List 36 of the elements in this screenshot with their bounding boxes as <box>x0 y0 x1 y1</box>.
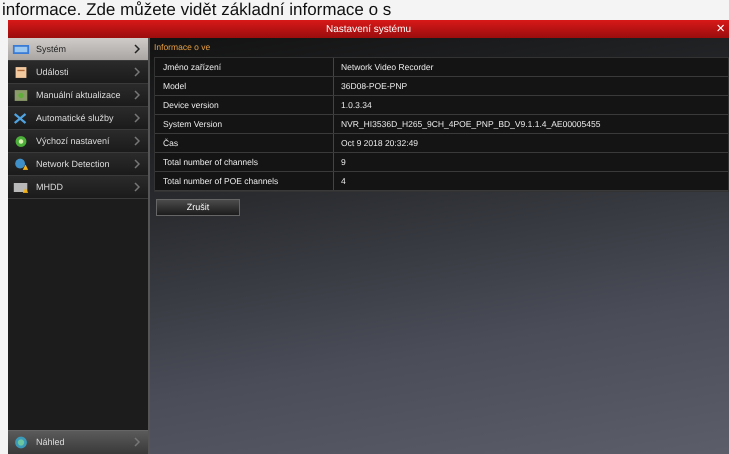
sidebar-item[interactable]: Výchozí nastavení <box>8 130 148 153</box>
table-cell: Jméno zařízení <box>155 58 334 76</box>
cancel-button[interactable]: Zrušit <box>156 198 240 216</box>
chevron-icon <box>134 67 140 77</box>
monitor-icon <box>12 42 30 56</box>
table-cell: System Version <box>155 115 334 133</box>
table-cell-text: 1.0.3.34 <box>340 100 373 110</box>
chevron-icon <box>134 437 140 447</box>
caption-text: informace. Zde můžete vidět základní informace o s <box>1 0 392 20</box>
chevron-icon <box>134 90 140 100</box>
table-cell: Total number of POE channels <box>155 172 334 190</box>
table-cell-text: Network Video Recorder <box>340 62 434 72</box>
table-cell: Total number of channels <box>155 153 334 171</box>
chevron-icon <box>134 113 140 123</box>
chevron-icon <box>134 136 140 146</box>
window-title: Nastavení systému <box>326 24 412 34</box>
table-cell-text: Oct 9 2018 20:32:49 <box>340 138 420 148</box>
sidebar-item[interactable]: Náhled <box>8 430 148 454</box>
sidebar-item[interactable]: Network Detection <box>8 153 148 176</box>
chevron-icon <box>134 182 140 192</box>
table-cell: Device version <box>155 96 334 114</box>
sidebar-item[interactable]: MHDD <box>8 176 148 199</box>
table-cell-text: 9 <box>340 157 347 167</box>
chevron-icon <box>134 44 140 54</box>
close-button[interactable]: × <box>714 20 727 38</box>
table-cell-text: NVR_HI3536D_H265_9CH_4POE_PNP_BD_V9.1.1.4_AE00005455 <box>340 119 602 129</box>
sidebar-item[interactable]: Systém <box>8 38 148 61</box>
sidebar-item[interactable]: Události <box>8 61 148 84</box>
table-cell-text: 36D08-POE-PNP <box>340 81 408 91</box>
sidebar-item[interactable]: Manuální aktualizace <box>8 84 148 107</box>
table-cell-text: 4 <box>340 176 347 186</box>
table-cell: Model <box>155 77 334 95</box>
chevron-icon <box>134 159 140 169</box>
sidebar-item[interactable]: Automatické služby <box>8 107 148 130</box>
table-cell: Čas <box>155 134 334 152</box>
section-title: Informace o ve <box>154 42 212 54</box>
